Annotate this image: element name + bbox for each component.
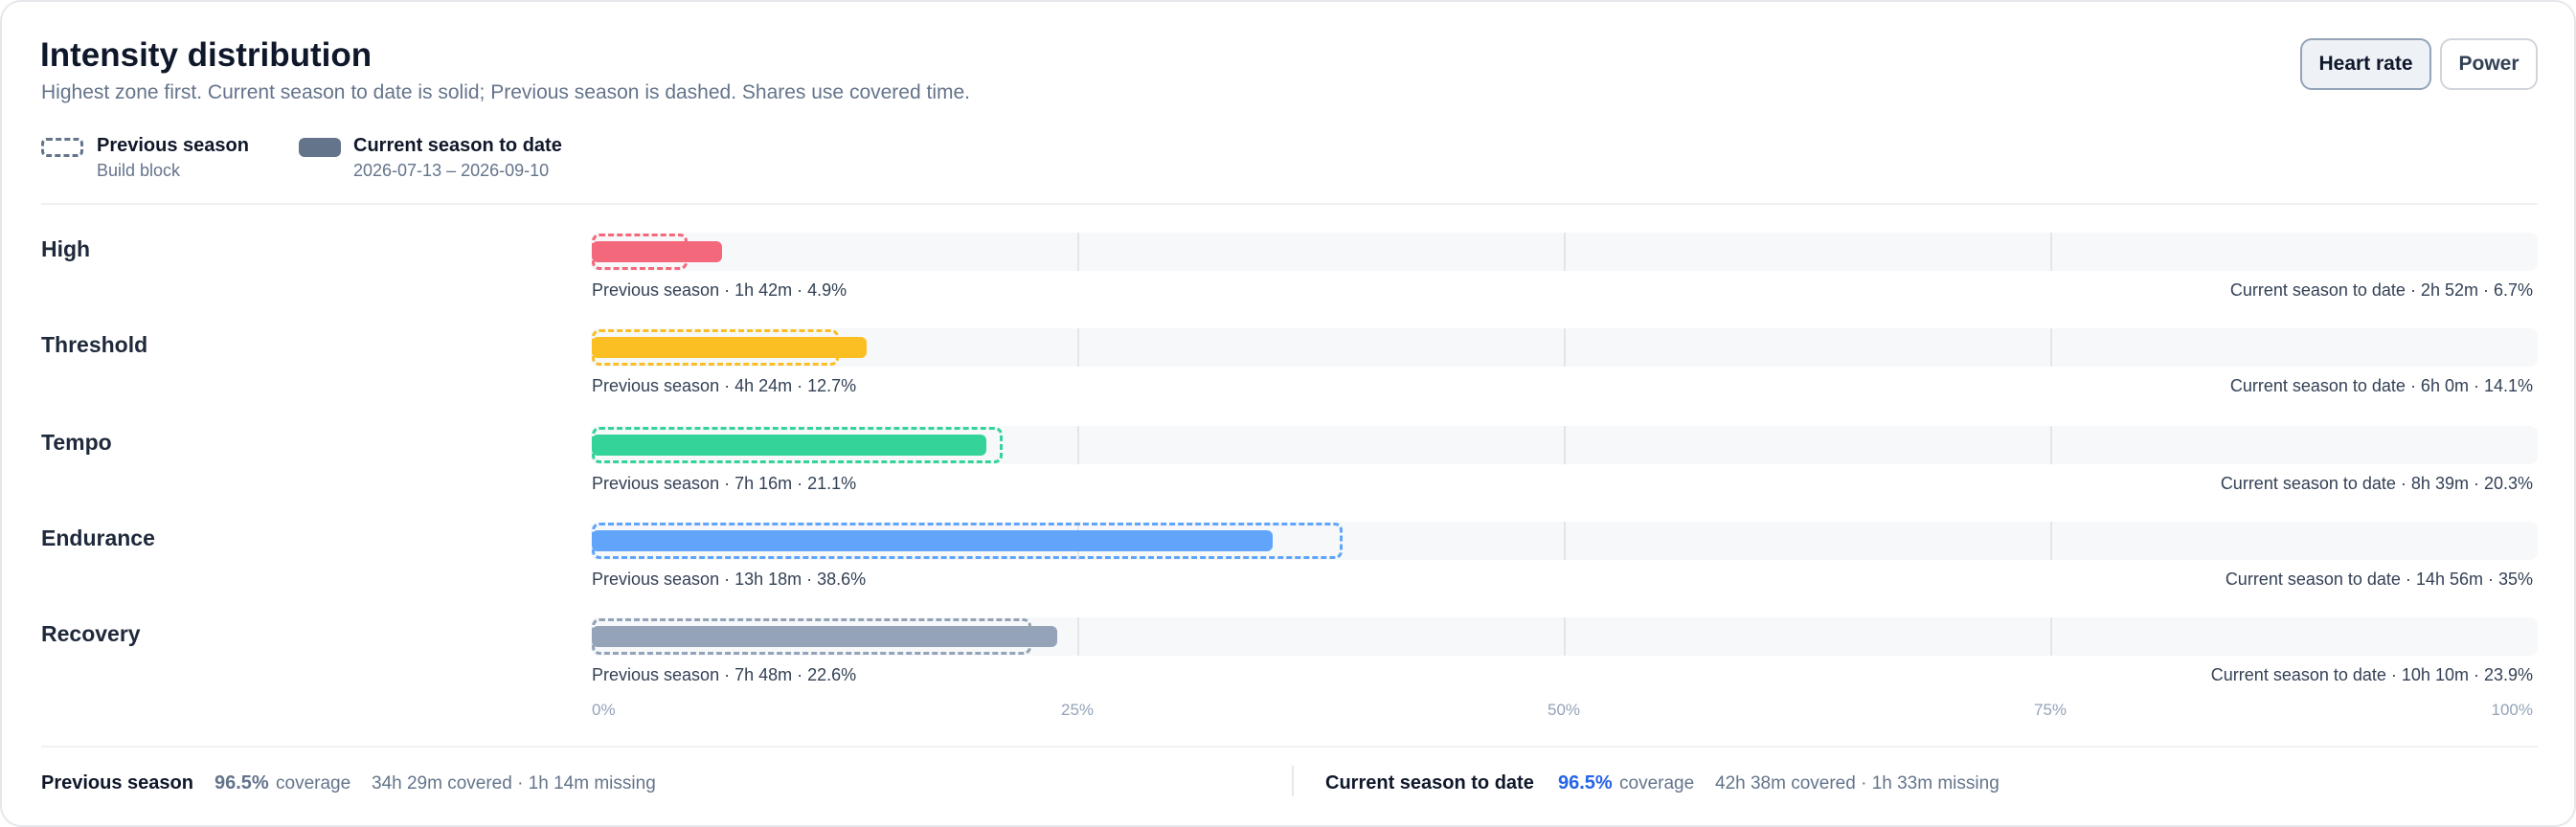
- x-tick-label: 25%: [1061, 701, 1095, 719]
- legend-previous-sub: Build block: [97, 161, 181, 180]
- gridline: [1077, 426, 1079, 464]
- zone-label: Threshold: [41, 332, 148, 357]
- divider-top: [41, 203, 2538, 205]
- gridline: [1077, 617, 1079, 656]
- caption-current: Current season to date · 2h 52m · 6.7%: [2229, 280, 2533, 300]
- footer-current-label: Current season to date: [1325, 772, 1534, 793]
- gridline: [1564, 617, 1566, 656]
- gridline: [1077, 233, 1079, 271]
- x-tick-label: 75%: [2034, 701, 2068, 719]
- caption-current: Current season to date · 8h 39m · 20.3%: [2220, 474, 2533, 493]
- caption-current: Current season to date · 14h 56m · 35%: [2225, 570, 2533, 589]
- gridline: [1564, 233, 1566, 271]
- gridline: [2050, 233, 2052, 271]
- footer-current-detail: 42h 38m covered · 1h 33m missing: [1715, 773, 2000, 793]
- bar-previous-season[interactable]: [592, 329, 840, 366]
- power-toggle-button[interactable]: Power: [2440, 38, 2538, 90]
- caption-previous: Previous season · 7h 16m · 21.1%: [592, 474, 857, 493]
- legend-previous-name: Previous season: [97, 135, 249, 156]
- zone-label: Recovery: [41, 621, 141, 646]
- x-tick-label: 100%: [2491, 701, 2533, 719]
- footer-previous-detail: 34h 29m covered · 1h 14m missing: [372, 773, 656, 793]
- footer-previous-label: Previous season: [41, 772, 193, 793]
- gridline: [2050, 617, 2052, 656]
- gridline: [1564, 426, 1566, 464]
- bar-previous-season[interactable]: [592, 427, 1003, 463]
- zone-label: High: [41, 236, 91, 261]
- heart-rate-toggle-button[interactable]: Heart rate: [2300, 38, 2431, 90]
- caption-previous: Previous season · 4h 24m · 12.7%: [592, 376, 857, 395]
- zone-label: Endurance: [41, 525, 155, 550]
- page-subtitle: Highest zone first. Current season to da…: [41, 81, 970, 103]
- footer-previous-pct: 96.5%: [215, 772, 269, 793]
- footer-current-coverage-word: coverage: [1619, 773, 1695, 793]
- x-tick-label: 50%: [1548, 701, 1581, 719]
- page-title: Intensity distribution: [40, 36, 373, 74]
- gridline: [2050, 328, 2052, 367]
- gridline: [2050, 522, 2052, 560]
- caption-previous: Previous season · 1h 42m · 4.9%: [592, 280, 847, 300]
- footer-divider: [1292, 766, 1294, 796]
- footer-previous-coverage-word: coverage: [276, 773, 351, 793]
- x-tick-label: 0%: [592, 701, 616, 719]
- bar-previous-season[interactable]: [592, 234, 688, 270]
- footer-current-pct: 96.5%: [1558, 772, 1613, 793]
- gridline: [1564, 328, 1566, 367]
- legend-swatch-current: [299, 138, 341, 157]
- intensity-card: Intensity distribution Highest zone firs…: [0, 0, 2576, 827]
- caption-current: Current season to date · 10h 10m · 23.9%: [2210, 665, 2533, 684]
- zone-label: Tempo: [41, 430, 112, 455]
- gridline: [2050, 426, 2052, 464]
- caption-previous: Previous season · 7h 48m · 22.6%: [592, 665, 857, 684]
- legend-current-name: Current season to date: [353, 135, 562, 156]
- legend-current-sub: 2026-07-13 – 2026-09-10: [353, 161, 550, 180]
- divider-bottom: [41, 746, 2538, 748]
- gridline: [1077, 328, 1079, 367]
- bar-previous-season[interactable]: [592, 618, 1032, 655]
- caption-previous: Previous season · 13h 18m · 38.6%: [592, 570, 867, 589]
- caption-current: Current season to date · 6h 0m · 14.1%: [2229, 376, 2533, 395]
- legend-swatch-previous: [41, 138, 83, 157]
- bar-previous-season[interactable]: [592, 523, 1344, 559]
- gridline: [1564, 522, 1566, 560]
